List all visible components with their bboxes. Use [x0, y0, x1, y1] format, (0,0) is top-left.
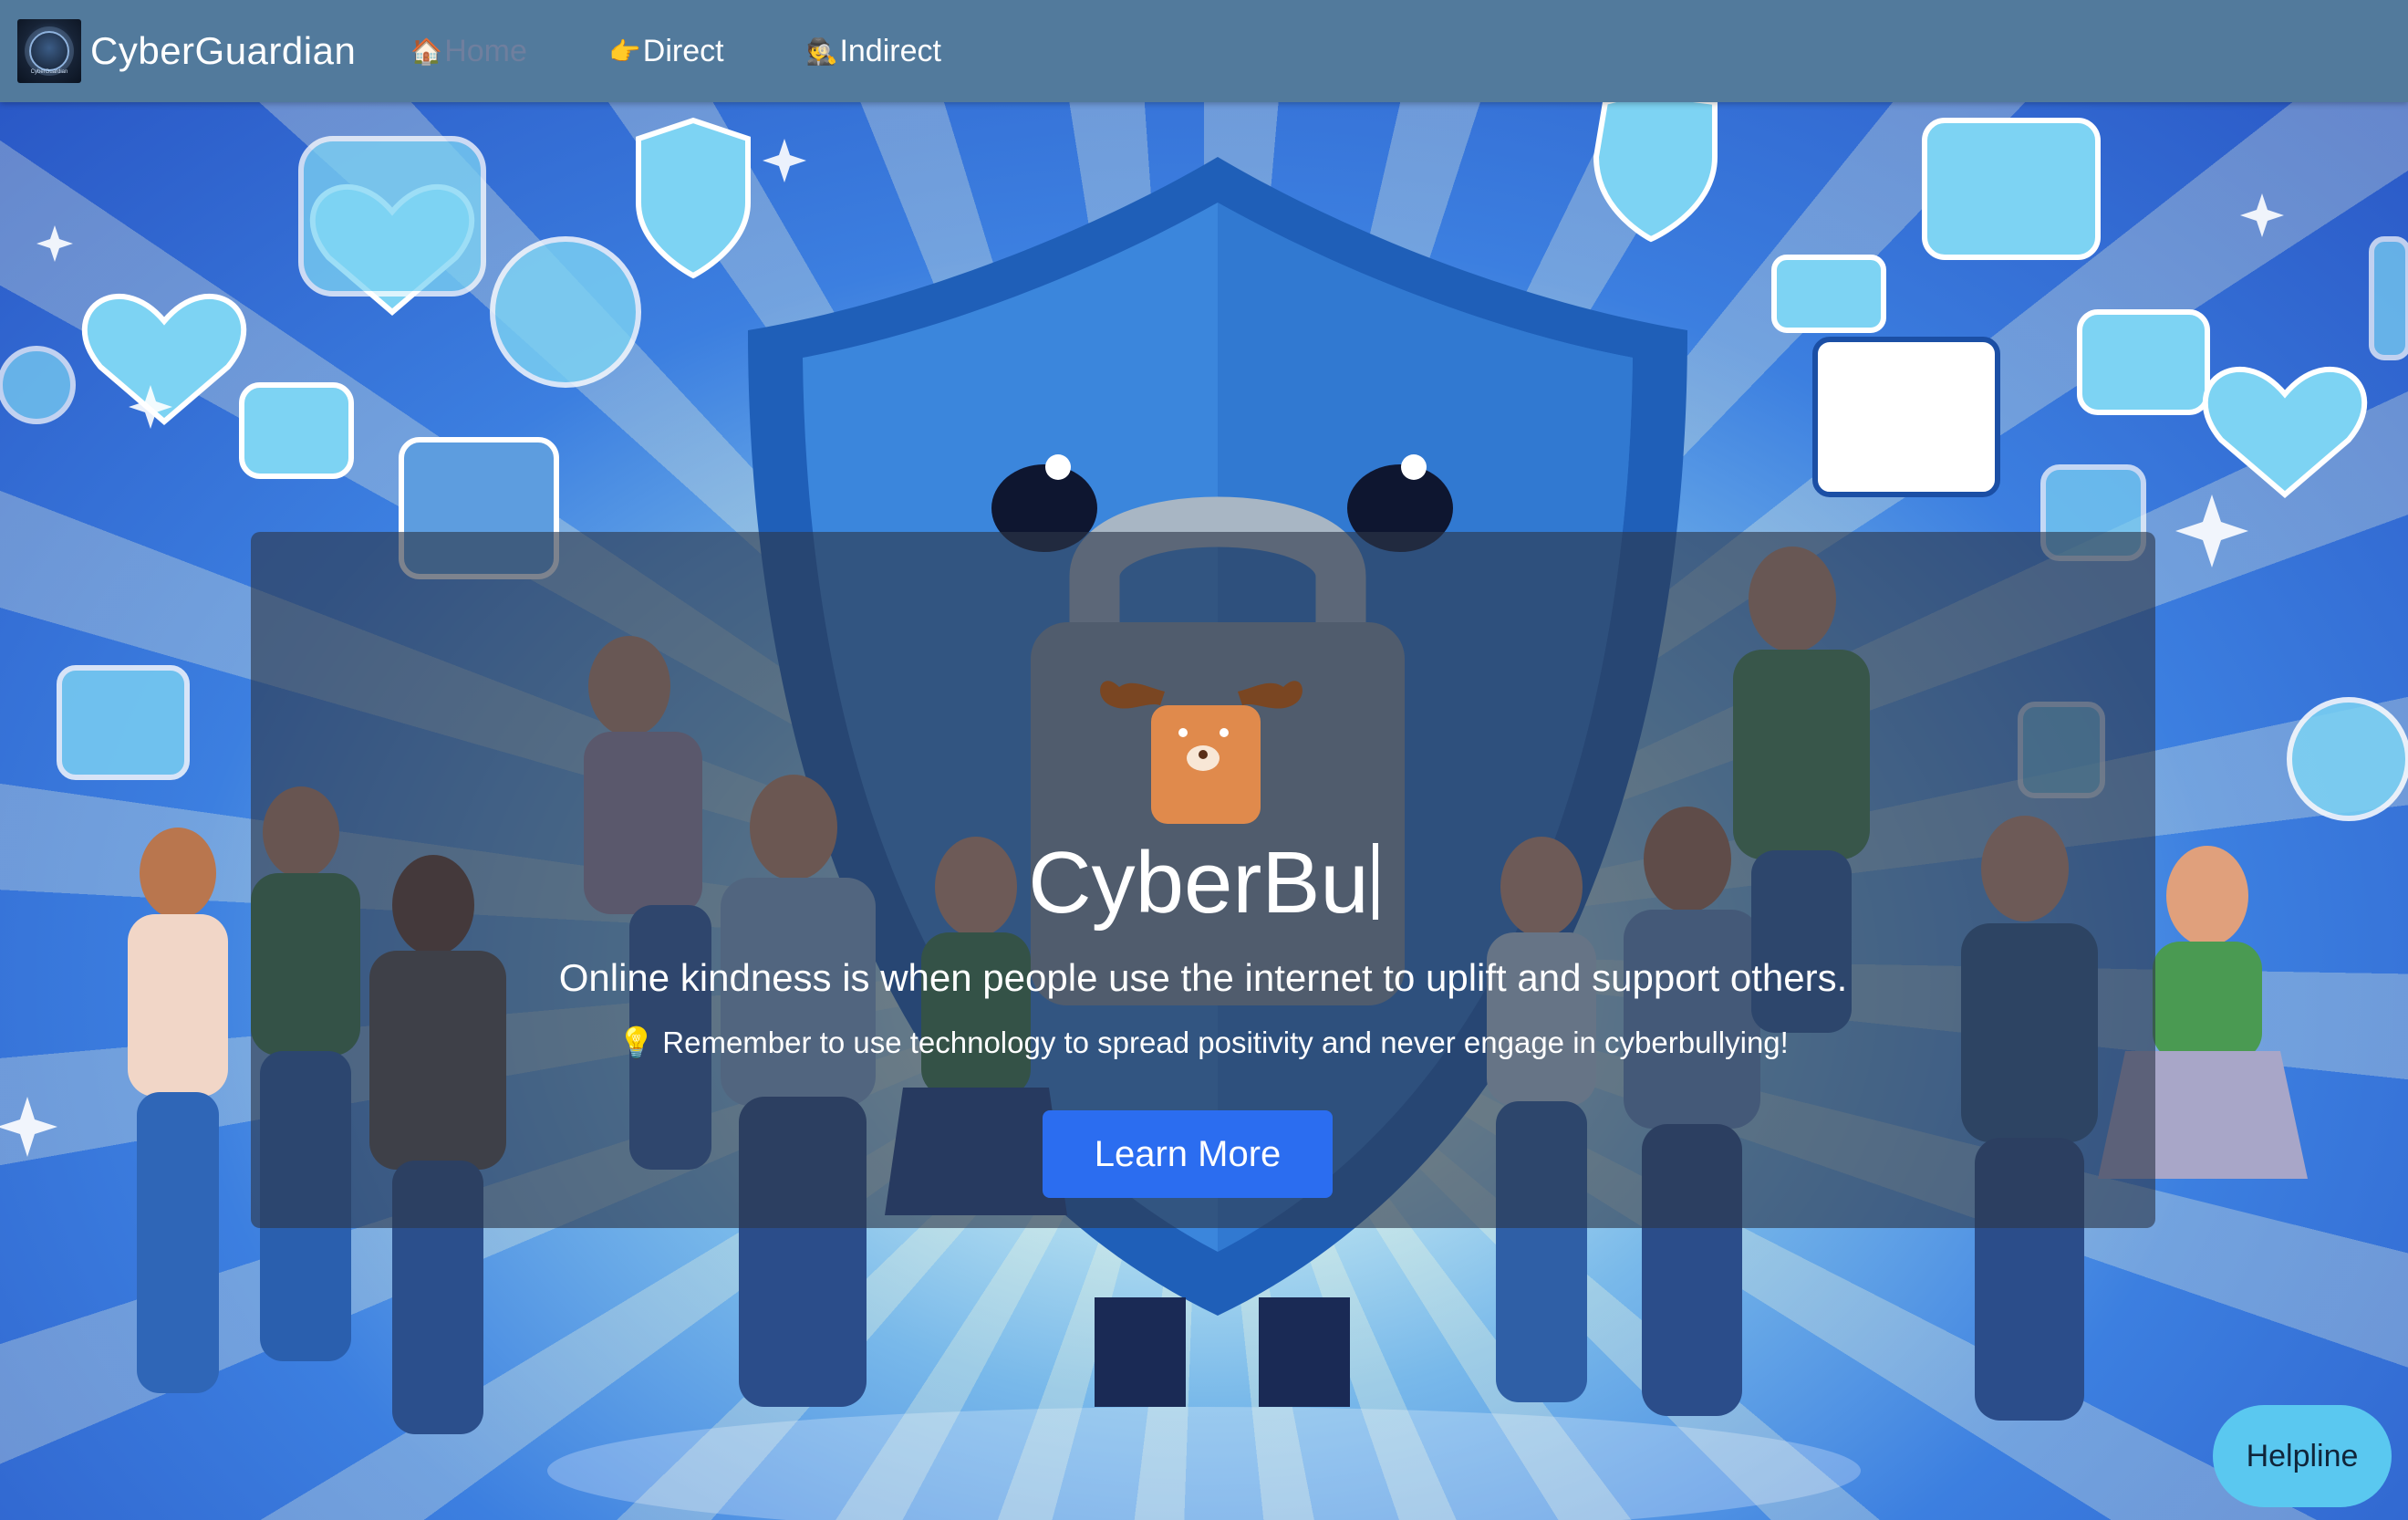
brand-name[interactable]: CyberGuardian: [90, 29, 356, 73]
hero-overlay-card: CyberBu Online kindness is when people u…: [251, 532, 2155, 1228]
nav-item-direct[interactable]: 👉 Direct: [609, 34, 724, 69]
nav-item-indirect[interactable]: 🕵 Indirect: [806, 34, 941, 69]
nav-item-home-label: Home: [444, 33, 527, 68]
pointing-hand-icon: 👉: [608, 36, 641, 66]
helpline-button[interactable]: Helpline: [2213, 1405, 2392, 1507]
navbar: CyberGuardian CyberGuardian 🏠 Home 👉 Dir…: [0, 0, 2408, 102]
lightbulb-icon: 💡: [618, 1025, 656, 1059]
nav-item-indirect-label: Indirect: [839, 33, 941, 68]
brand-logo-ring: [29, 31, 69, 71]
brand-logo-text: CyberGuardian: [30, 69, 68, 75]
house-icon: 🏠: [410, 36, 443, 66]
brand-logo: CyberGuardian: [17, 19, 81, 83]
typing-cursor: [1372, 843, 1378, 920]
detective-icon: 🕵: [805, 36, 838, 66]
nav-items: 🏠 Home 👉 Direct 🕵 Indirect: [410, 34, 1023, 69]
hero-title-text: CyberBu: [1028, 834, 1369, 932]
learn-more-button[interactable]: Learn More: [1043, 1110, 1333, 1198]
hero-title: CyberBu: [251, 833, 2155, 933]
brand[interactable]: CyberGuardian CyberGuardian: [17, 19, 356, 83]
hero-tip-text: Remember to use technology to spread pos…: [662, 1025, 1789, 1059]
moose-mascot-icon: [1100, 681, 1303, 824]
nav-item-direct-label: Direct: [642, 33, 724, 68]
hero-tip: 💡 Remember to use technology to spread po…: [251, 1025, 2155, 1061]
hero-subtitle: Online kindness is when people use the i…: [558, 956, 1848, 999]
nav-item-home[interactable]: 🏠 Home: [410, 34, 527, 69]
